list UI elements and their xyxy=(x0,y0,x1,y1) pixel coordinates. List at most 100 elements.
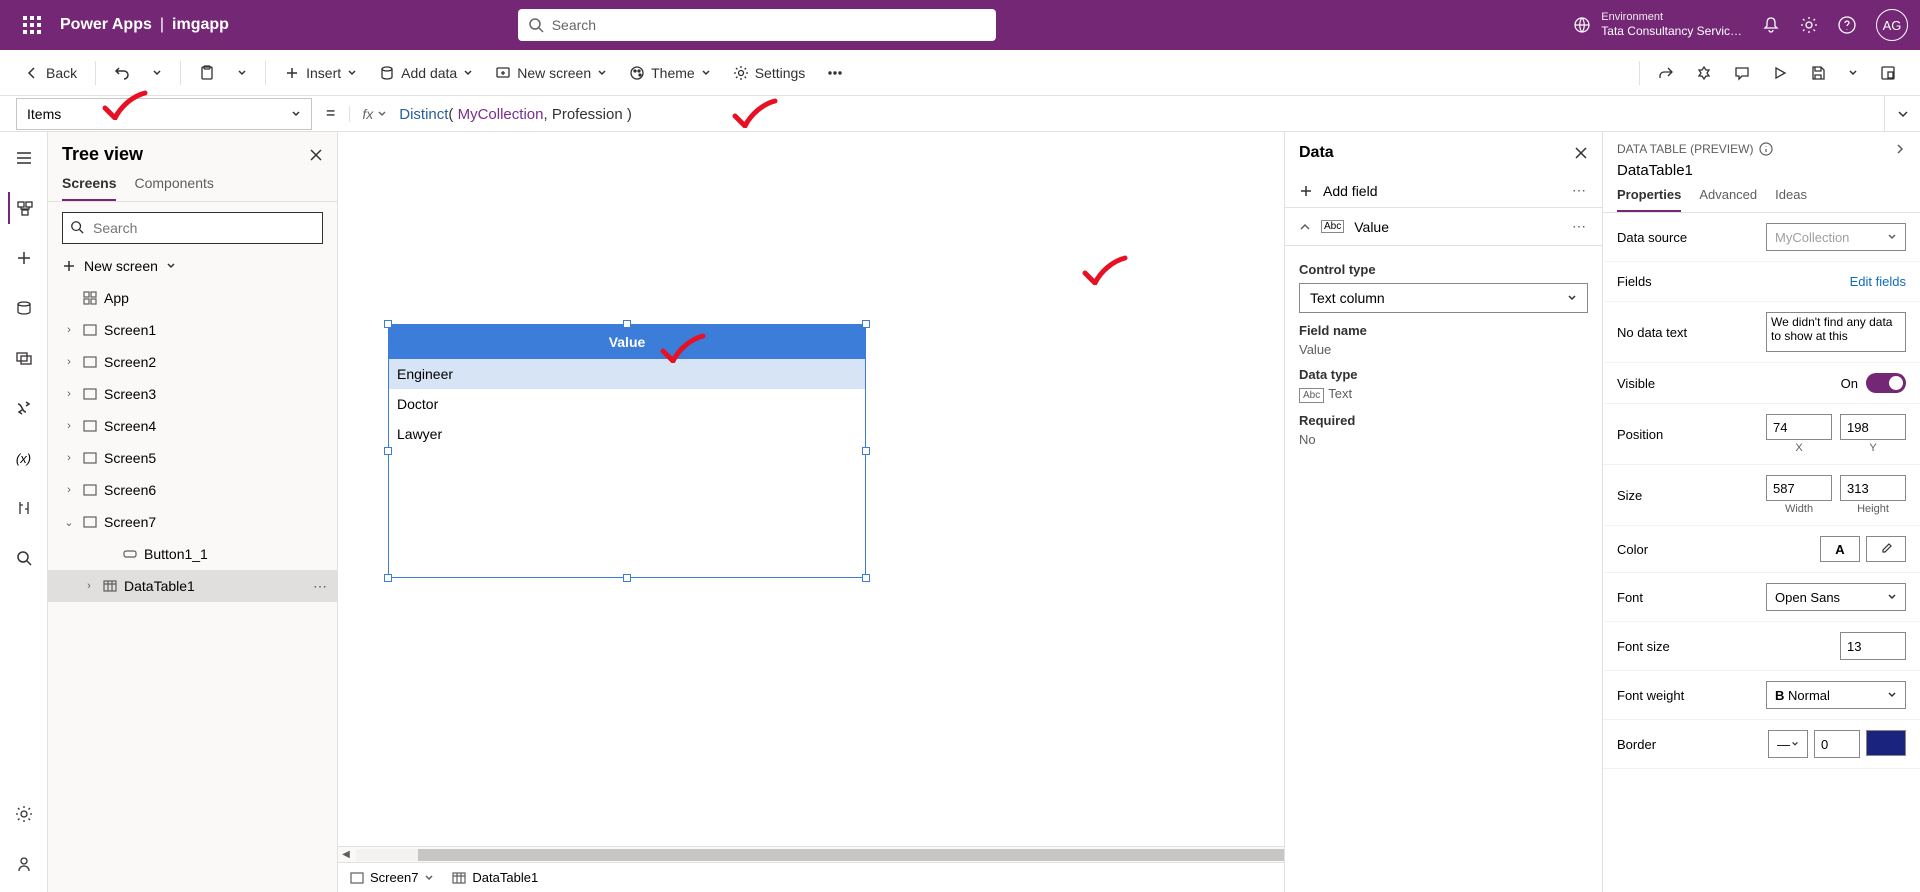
comments-icon[interactable] xyxy=(1726,61,1758,85)
back-button[interactable]: Back xyxy=(16,61,85,85)
new-screen-link[interactable]: New screen xyxy=(62,258,323,274)
tree-item-button[interactable]: Button1_1 xyxy=(48,538,337,570)
tab-components[interactable]: Components xyxy=(134,175,213,201)
pos-y-input[interactable] xyxy=(1840,414,1906,440)
help-icon[interactable] xyxy=(1838,16,1856,34)
border-width-input[interactable] xyxy=(1814,730,1860,758)
settings-gear-icon[interactable] xyxy=(1800,16,1818,34)
visible-toggle[interactable] xyxy=(1866,373,1906,393)
tree-item-screen[interactable]: ›Screen4 xyxy=(48,410,337,442)
control-type-label: Control type xyxy=(1299,262,1588,277)
position-label: Position xyxy=(1617,427,1766,442)
field-item-value[interactable]: Abc Value ⋯ xyxy=(1285,208,1602,246)
scroll-left-icon[interactable]: ◀ xyxy=(338,849,354,860)
tree-item-app[interactable]: App xyxy=(48,282,337,314)
fx-label[interactable]: fx xyxy=(349,106,387,122)
tree-item-screen[interactable]: ›Screen5 xyxy=(48,442,337,474)
add-field-more-icon[interactable]: ⋯ xyxy=(1572,182,1588,199)
add-field-button[interactable]: Add field ⋯ xyxy=(1285,174,1602,208)
undo-button[interactable] xyxy=(106,61,138,85)
tab-ideas[interactable]: Ideas xyxy=(1775,187,1807,212)
tree-item-screen[interactable]: ›Screen3 xyxy=(48,378,337,410)
share-icon[interactable] xyxy=(1650,61,1682,85)
nodata-label: No data text xyxy=(1617,325,1766,340)
datasource-dropdown[interactable]: MyCollection xyxy=(1766,223,1906,251)
fontweight-label: Font weight xyxy=(1617,688,1766,703)
tab-properties[interactable]: Properties xyxy=(1617,187,1681,212)
control-type-dropdown[interactable]: Text column xyxy=(1299,283,1588,313)
new-screen-button[interactable]: New screen xyxy=(487,61,615,85)
tree-item-more-icon[interactable]: ⋯ xyxy=(313,578,329,595)
font-dropdown[interactable]: Open Sans xyxy=(1766,583,1906,611)
color-picker-button[interactable] xyxy=(1866,536,1906,562)
paste-button[interactable] xyxy=(191,61,223,85)
add-data-button[interactable]: Add data xyxy=(371,61,481,85)
fontsize-input[interactable] xyxy=(1840,632,1906,660)
rail-tree-icon[interactable] xyxy=(8,192,40,224)
width-input[interactable] xyxy=(1766,475,1832,501)
rail-variables-icon[interactable]: (x) xyxy=(8,442,40,474)
insert-button[interactable]: Insert xyxy=(276,61,365,85)
rail-media-icon[interactable] xyxy=(8,342,40,374)
font-color-button[interactable]: A xyxy=(1820,536,1860,562)
notifications-icon[interactable] xyxy=(1762,16,1780,34)
height-input[interactable] xyxy=(1840,475,1906,501)
border-style-dropdown[interactable]: — xyxy=(1768,730,1808,758)
rail-flow-icon[interactable] xyxy=(8,392,40,424)
info-icon[interactable] xyxy=(1759,142,1773,156)
environment-label[interactable]: Environment Tata Consultancy Servic… xyxy=(1601,11,1742,39)
tree-item-screen[interactable]: ›Screen1 xyxy=(48,314,337,346)
pos-x-input[interactable] xyxy=(1766,414,1832,440)
table-row[interactable]: Doctor xyxy=(389,389,865,419)
breadcrumb-screen[interactable]: Screen7 xyxy=(350,870,434,885)
rail-tools-icon[interactable] xyxy=(8,492,40,524)
tree-search-input[interactable] xyxy=(62,212,323,244)
rail-insert-icon[interactable] xyxy=(8,242,40,274)
border-color-swatch[interactable] xyxy=(1866,730,1906,756)
app-launcher-icon[interactable] xyxy=(12,16,52,34)
property-dropdown[interactable]: Items xyxy=(16,98,312,130)
app-title: Power Apps|imgapp xyxy=(60,16,229,34)
edit-fields-link[interactable]: Edit fields xyxy=(1850,274,1906,289)
tree-item-screen[interactable]: ›Screen2 xyxy=(48,346,337,378)
prop-expand-icon[interactable] xyxy=(1894,143,1906,155)
tree-close-icon[interactable] xyxy=(309,148,323,162)
play-icon[interactable] xyxy=(1764,61,1796,85)
rail-settings-icon[interactable] xyxy=(8,798,40,830)
datatable-control[interactable]: Value Engineer Doctor Lawyer xyxy=(388,324,866,578)
formula-expand-icon[interactable] xyxy=(1884,96,1920,132)
datatable-header: Value xyxy=(389,325,865,359)
fontweight-dropdown[interactable]: B Normal xyxy=(1766,681,1906,709)
user-avatar[interactable]: AG xyxy=(1876,9,1908,41)
publish-icon[interactable] xyxy=(1872,61,1904,85)
app-checker-icon[interactable] xyxy=(1688,61,1720,85)
table-row[interactable]: Engineer xyxy=(389,359,865,389)
tab-advanced[interactable]: Advanced xyxy=(1699,187,1757,212)
rail-hamburger-icon[interactable] xyxy=(8,142,40,174)
data-close-icon[interactable] xyxy=(1574,146,1588,160)
required-value: No xyxy=(1299,432,1588,447)
rail-ask-icon[interactable] xyxy=(8,848,40,880)
table-row[interactable]: Lawyer xyxy=(389,419,865,449)
paste-chevron[interactable] xyxy=(229,64,255,82)
datasource-label: Data source xyxy=(1617,230,1766,245)
theme-button[interactable]: Theme xyxy=(621,61,719,85)
more-button[interactable] xyxy=(819,61,851,85)
tab-screens[interactable]: Screens xyxy=(62,175,116,201)
nodata-input[interactable]: We didn't find any data to show at this xyxy=(1766,312,1906,352)
font-label: Font xyxy=(1617,590,1766,605)
tree-item-datatable[interactable]: ›DataTable1⋯ xyxy=(48,570,337,602)
global-search-input[interactable] xyxy=(518,9,996,41)
tree-item-screen[interactable]: ⌄Screen7 xyxy=(48,506,337,538)
tree-item-screen[interactable]: ›Screen6 xyxy=(48,474,337,506)
save-chevron[interactable] xyxy=(1840,64,1866,82)
breadcrumb-control[interactable]: DataTable1 xyxy=(452,870,538,885)
undo-chevron[interactable] xyxy=(144,64,170,82)
formula-input[interactable]: Distinct( MyCollection, Profession ) xyxy=(393,105,1884,123)
rail-data-icon[interactable] xyxy=(8,292,40,324)
field-name-label: Field name xyxy=(1299,323,1588,338)
field-more-icon[interactable]: ⋯ xyxy=(1572,218,1588,235)
settings-button[interactable]: Settings xyxy=(725,61,814,85)
save-icon[interactable] xyxy=(1802,61,1834,85)
rail-search-icon[interactable] xyxy=(8,542,40,574)
